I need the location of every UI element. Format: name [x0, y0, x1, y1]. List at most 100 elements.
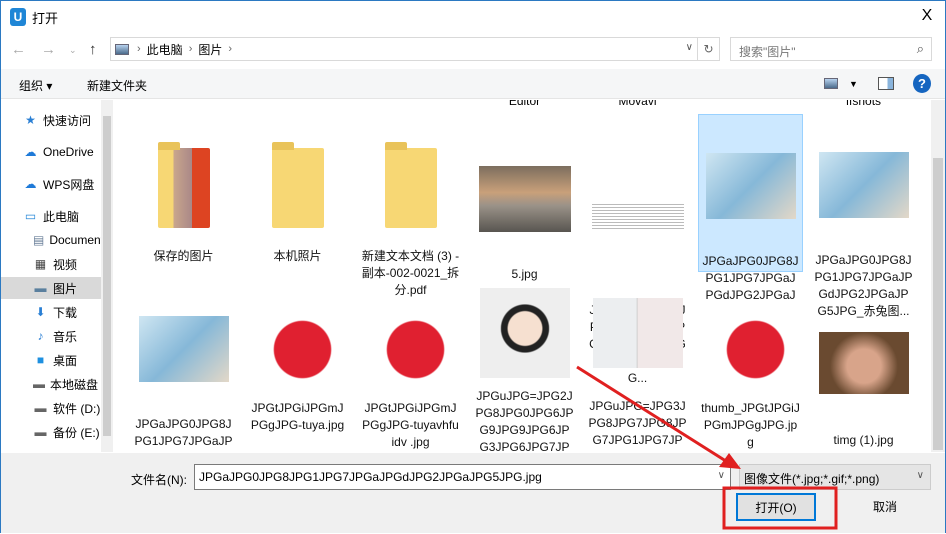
file-item[interactable]: JPGuJPG=JPG3JPG8JPG7JPG8JPG7JPG1JPG7JPG6…: [585, 280, 690, 452]
navigation-bar: ← → ⌄ ↑ › 此电脑 › 图片 › ∨ ↻ 搜索"图片" ⌕: [1, 37, 945, 63]
file-item[interactable]: 新建文本文档 (3) - 副本-002-0021_拆分.pdf: [358, 114, 463, 297]
thumbnail-area: [698, 300, 803, 392]
back-button[interactable]: ←: [11, 41, 26, 58]
cloud-icon: ☁: [24, 144, 37, 159]
organize-button[interactable]: 组织 ▾: [19, 77, 52, 94]
cancel-button[interactable]: 取消: [845, 493, 925, 521]
sidebar-item-8[interactable]: ♪ 音乐: [1, 325, 101, 347]
file-name: 保存的图片: [153, 249, 214, 263]
sidebar-item-label: 快速访问: [43, 113, 92, 128]
file-item[interactable]: thumb_JPGtJPGiJPGmJPGgJPG.jpg: [698, 280, 803, 452]
video-icon: ▦: [34, 256, 47, 271]
file-item[interactable]: JPGtJPGiJPGmJPGgJPG-tuya.jpg: [245, 280, 350, 452]
open-button[interactable]: 打开(O): [736, 493, 816, 521]
sidebar-item-label: 软件 (D:): [53, 401, 101, 416]
sidebar-item-2[interactable]: ☁ WPS网盘: [1, 173, 101, 195]
sidebar-item-4[interactable]: ▤ Documents: [1, 229, 101, 251]
sidebar-scroll-thumb[interactable]: [103, 116, 111, 436]
sidebar-item-12[interactable]: ▬ 备份 (E:): [1, 421, 101, 443]
footer: 文件名(N): JPGaJPG0JPG8JPG1JPG7JPGaJPGdJPG2…: [1, 453, 945, 533]
file-item[interactable]: JPGaJPG0JPG8JPG1JPG7JPGaJPGdJPG2JPGaJPG5…: [811, 114, 916, 318]
address-bar[interactable]: › 此电脑 › 图片 › ∨ ↻: [110, 37, 720, 61]
thumbnail-area: [699, 153, 802, 245]
view-options-icon[interactable]: [824, 78, 838, 89]
partial-file-label[interactable]: Editor: [472, 100, 577, 108]
file-item[interactable]: 5.jpg: [472, 114, 577, 281]
file-list: Editor Movavi ffshots 保存的图片 本机照片 新建文本文档 (3) -…: [117, 100, 930, 452]
sidebar-item-label: OneDrive: [43, 145, 94, 159]
computer-icon: ▭: [24, 208, 37, 223]
new-folder-button[interactable]: 新建文件夹: [87, 77, 147, 94]
file-item[interactable]: 保存的图片: [131, 114, 236, 272]
sidebar-item-9[interactable]: ■ 桌面: [1, 349, 101, 371]
breadcrumb-this-pc[interactable]: 此电脑: [147, 41, 183, 58]
search-input[interactable]: 搜索"图片" ⌕: [730, 37, 932, 61]
refresh-button[interactable]: ↻: [697, 38, 719, 60]
thumbnail-area: [131, 316, 236, 408]
thumbnail-area: [245, 142, 350, 240]
sidebar-item-3[interactable]: ▭ 此电脑: [1, 205, 101, 227]
image-thumbnail: [818, 152, 909, 218]
picture-icon: ▬: [34, 280, 47, 295]
sidebar-item-label: 视频: [53, 257, 78, 272]
folder-icon: [384, 142, 437, 228]
drive-icon: ▬: [34, 400, 47, 415]
thumbnail-area: [811, 152, 916, 244]
thumbnail-area: [811, 332, 916, 424]
sidebar-item-label: 下载: [53, 305, 78, 320]
sidebar-item-label: 本地磁盘 (C:): [50, 377, 101, 392]
file-name: JPGuJPG=JPG3JPG8JPG7JPG8JPG7JPG1JPG7JPG6…: [588, 399, 687, 452]
view-dropdown-icon[interactable]: ▼: [849, 79, 858, 89]
filename-label: 文件名(N):: [131, 473, 187, 487]
preview-pane-icon[interactable]: [878, 77, 894, 90]
filename-value: JPGaJPG0JPG8JPG1JPG7JPGaJPGdJPG2JPGaJPG5…: [199, 470, 542, 484]
title-bar: U 打开 X: [1, 1, 945, 33]
breadcrumb-pictures[interactable]: 图片: [198, 41, 222, 58]
file-type-value: 图像文件(*.jpg;*.gif;*.png): [744, 472, 880, 486]
partial-file-label[interactable]: ffshots: [811, 100, 916, 108]
sidebar-item-7[interactable]: ⬇ 下载: [1, 301, 101, 323]
file-item[interactable]: JPGuJPG=JPG2JPG8JPG0JPG6JPG9JPG9JPG6JPG3…: [472, 280, 577, 452]
filename-input[interactable]: JPGaJPG0JPG8JPG1JPG7JPGaJPGdJPG2JPGaJPG5…: [194, 464, 731, 490]
content-scrollbar[interactable]: [931, 100, 945, 452]
sidebar-item-11[interactable]: ▬ 软件 (D:): [1, 397, 101, 419]
file-item[interactable]: JPGaJPG0JPG8JPG1JPG7JPGaJPGdJPG2JPGaJPG5…: [698, 114, 803, 319]
help-button[interactable]: ?: [913, 74, 931, 93]
content-scroll-thumb[interactable]: [933, 158, 943, 450]
forward-button[interactable]: →: [41, 41, 56, 58]
sidebar-item-10[interactable]: ▬ 本地磁盘 (C:): [1, 373, 101, 395]
close-button[interactable]: X: [917, 7, 937, 25]
image-thumbnail: [478, 166, 571, 232]
file-item[interactable]: timg (1).jpg: [811, 280, 916, 452]
thumbnail-area: [472, 166, 577, 258]
chevron-down-icon[interactable]: ∨: [718, 470, 725, 481]
sidebar-item-5[interactable]: ▦ 视频: [1, 253, 101, 275]
search-icon: ⌕: [916, 41, 924, 56]
file-item[interactable]: JPGtJPGiJPGmJPGgJPG-tuyavhfuidv .jpg: [358, 280, 463, 452]
sidebar-item-0[interactable]: ★ 快速访问: [1, 109, 101, 131]
file-name: JPGuJPG=JPG2JPG8JPG0JPG6JPG9JPG9JPG6JPG3…: [475, 389, 574, 452]
image-thumbnail: [592, 298, 683, 368]
desktop-icon: ■: [36, 352, 45, 367]
partial-file-label[interactable]: Movavi: [585, 100, 690, 108]
pictures-icon: [115, 43, 129, 55]
sidebar-item-6[interactable]: ▬ 图片: [1, 277, 101, 299]
file-item[interactable]: JPG2JPG0JPG2JPG0JPG-JPG1JPG0JPG-JPG2JPG8…: [585, 114, 690, 385]
toolbar: 组织 ▾ 新建文件夹 ▼ ?: [1, 69, 945, 99]
file-type-select[interactable]: 图像文件(*.jpg;*.gif;*.png) ∨: [739, 464, 931, 490]
chevron-down-icon[interactable]: ∨: [686, 42, 693, 53]
image-thumbnail: [365, 300, 456, 390]
file-item[interactable]: 本机照片: [245, 114, 350, 272]
sidebar-item-1[interactable]: ☁ OneDrive: [1, 141, 101, 163]
file-name: 本机照片: [273, 249, 322, 263]
cloud-icon: ☁: [24, 176, 37, 191]
sidebar-scrollbar[interactable]: [101, 100, 113, 452]
sidebar-item-label: 此电脑: [43, 209, 80, 224]
up-button[interactable]: ↑: [89, 41, 97, 58]
sidebar-item-label: 备份 (E:): [53, 425, 100, 440]
file-item[interactable]: JPGaJPG0JPG8JPG1JPG7JPGaJPGdJPG2JPGaJPG5…: [131, 280, 236, 452]
recent-dropdown-icon[interactable]: ⌄: [69, 45, 77, 56]
thumbnail-area: [358, 142, 463, 240]
thumbnail-area: [585, 298, 690, 390]
sidebar-item-label: 桌面: [53, 353, 78, 368]
